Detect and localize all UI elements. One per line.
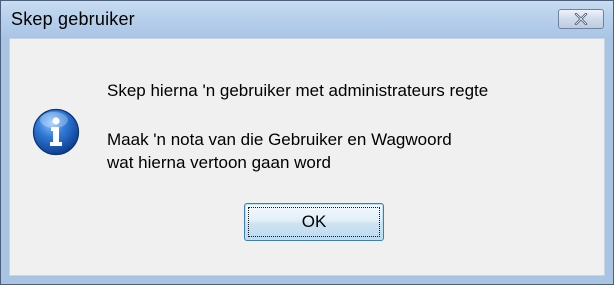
close-button[interactable] — [558, 9, 604, 29]
information-icon — [32, 108, 80, 156]
close-x-icon — [574, 13, 588, 25]
title-bar[interactable]: Skep gebruiker — [1, 1, 613, 37]
message-line-3: wat hierna vertoon gaan word — [107, 153, 331, 172]
message-box-dialog: Skep gebruiker Skep hierna 'n gebruiker … — [0, 0, 614, 285]
dialog-body: Skep hierna 'n gebruiker met administrat… — [9, 38, 605, 276]
message-line-1: Skep hierna 'n gebruiker met administrat… — [107, 81, 489, 100]
ok-button[interactable]: OK — [244, 203, 384, 241]
focus-rectangle — [248, 207, 380, 237]
message-line-2: Maak 'n nota van die Gebruiker en Wagwoo… — [107, 130, 452, 149]
window-title: Skep gebruiker — [11, 9, 135, 29]
